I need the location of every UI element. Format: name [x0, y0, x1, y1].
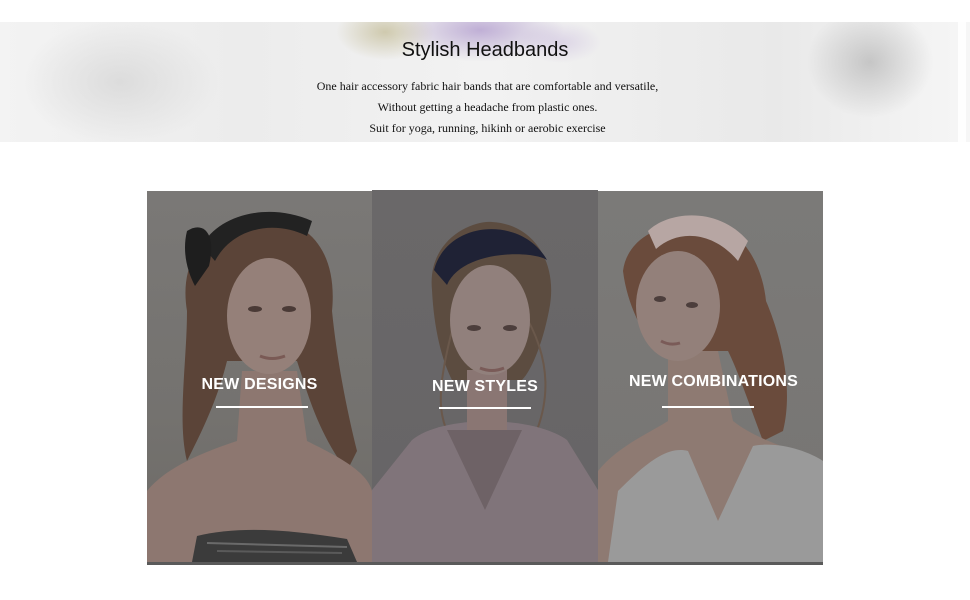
- label-underline: [216, 406, 308, 408]
- panel-new-styles[interactable]: NEW STYLES: [372, 190, 598, 562]
- banner-title: Stylish Headbands: [401, 39, 569, 61]
- panel-label[interactable]: NEW DESIGNS: [147, 376, 372, 394]
- category-grid: NEW DESIGNS NEW STYLES NEW COMBINATIONS: [147, 190, 823, 565]
- panel-label[interactable]: NEW COMBINATIONS: [601, 373, 823, 391]
- panel-new-combinations[interactable]: NEW COMBINATIONS: [598, 191, 823, 562]
- panel-label[interactable]: NEW STYLES: [372, 378, 598, 396]
- banner-line-1: One hair accessory fabric hair bands tha…: [316, 79, 659, 93]
- label-underline: [662, 406, 754, 408]
- label-underline: [439, 407, 531, 409]
- banner-line-2: Without getting a headache from plastic …: [377, 100, 598, 114]
- banner-line-3: Suit for yoga, running, hikinh or aerobi…: [369, 121, 606, 135]
- model-photo: [372, 190, 598, 562]
- panel-new-designs[interactable]: NEW DESIGNS: [147, 191, 372, 562]
- grid-divider: [147, 562, 823, 565]
- hero-banner: Stylish Headbands One hair accessory fab…: [0, 22, 970, 142]
